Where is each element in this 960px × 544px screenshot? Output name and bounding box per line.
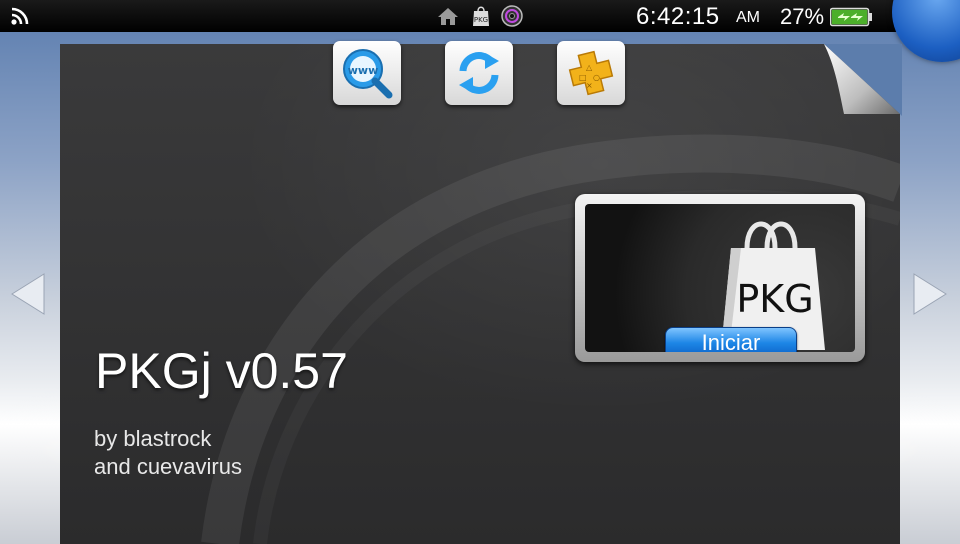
- clock-ampm: AM: [736, 9, 760, 26]
- app-frame[interactable]: PKG Iniciar: [575, 194, 865, 362]
- svg-text:www: www: [348, 64, 379, 77]
- notification-orb[interactable]: [892, 0, 960, 62]
- svg-text:×: ×: [586, 81, 593, 90]
- app-icon-text: PKG: [736, 277, 813, 321]
- wifi-icon: [11, 7, 29, 25]
- svg-text:PKG: PKG: [474, 16, 488, 24]
- next-page-arrow[interactable]: [912, 272, 948, 316]
- status-bar: PKG 6:42:15 AM 27%: [0, 0, 960, 32]
- page-peel-corner[interactable]: [824, 44, 902, 116]
- app-title: PKGj v0.57: [95, 343, 348, 399]
- start-button[interactable]: Iniciar: [665, 327, 797, 352]
- refresh-icon: [459, 52, 499, 94]
- pkg-icon[interactable]: PKG: [469, 4, 493, 28]
- www-browser-button[interactable]: www: [333, 41, 401, 105]
- svg-text:○: ○: [593, 73, 600, 82]
- svg-text:△: △: [586, 63, 593, 72]
- ps-plus-icon: △ ○ □ ×: [568, 50, 614, 96]
- disc-icon[interactable]: [500, 4, 524, 28]
- battery-icon: [830, 7, 872, 27]
- app-screen: PKG Iniciar: [585, 204, 855, 352]
- previous-page-arrow[interactable]: [10, 272, 46, 316]
- home-icon[interactable]: [436, 4, 460, 28]
- author-line-1: by blastrock: [94, 426, 212, 451]
- refresh-button[interactable]: [445, 41, 513, 105]
- ps-plus-button[interactable]: △ ○ □ ×: [557, 41, 625, 105]
- battery-percent: 27%: [780, 4, 825, 29]
- www-browser-icon: www: [343, 49, 393, 99]
- clock-time: 6:42:15: [636, 3, 720, 30]
- author-credits: by blastrock and cuevavirus: [94, 425, 242, 481]
- author-line-2: and cuevavirus: [94, 454, 242, 479]
